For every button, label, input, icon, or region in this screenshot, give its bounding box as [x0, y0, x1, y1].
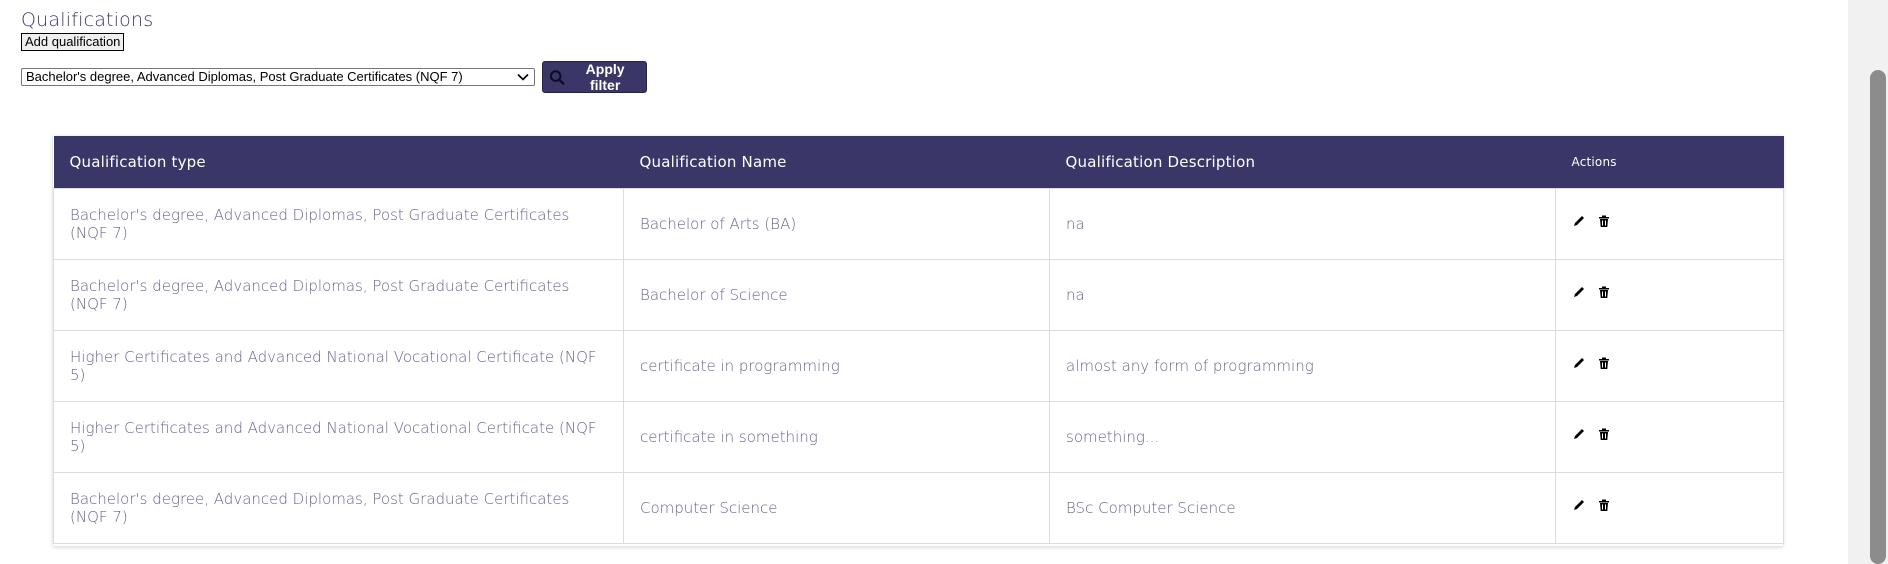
cell-actions [1555, 471, 1784, 544]
table-row: Higher Certificates and Advanced Nationa… [53, 329, 1784, 402]
column-header-description: Qualification Description [1049, 136, 1556, 188]
table-row: Bachelor's degree, Advanced Diplomas, Po… [53, 471, 1784, 544]
cell-type: Bachelor's degree, Advanced Diplomas, Po… [53, 187, 624, 260]
page-title: Qualifications [21, 9, 154, 31]
cell-type: Higher Certificates and Advanced Nationa… [53, 400, 624, 473]
cell-description: na [1049, 187, 1556, 260]
pencil-icon[interactable] [1572, 285, 1586, 299]
apply-filter-button[interactable]: Apply filter [542, 61, 647, 93]
trash-icon[interactable] [1597, 285, 1611, 299]
pencil-icon[interactable] [1572, 498, 1586, 512]
table-row: Higher Certificates and Advanced Nationa… [53, 400, 1784, 473]
pencil-icon[interactable] [1572, 427, 1586, 441]
pencil-icon[interactable] [1572, 356, 1586, 370]
cell-actions [1555, 400, 1784, 473]
qualifications-table: Qualification type Qualification Name Qu… [53, 136, 1784, 544]
trash-icon[interactable] [1597, 356, 1611, 370]
qualification-type-select[interactable]: Bachelor's degree, Advanced Diplomas, Po… [21, 68, 535, 86]
cell-name: Bachelor of Science [623, 258, 1050, 331]
table-row: Bachelor's degree, Advanced Diplomas, Po… [53, 258, 1784, 331]
trash-icon[interactable] [1597, 214, 1611, 228]
cell-name: certificate in programming [623, 329, 1050, 402]
add-qualification-button[interactable]: Add qualification [21, 33, 125, 51]
cell-actions [1555, 187, 1784, 260]
cell-name: Computer Science [623, 471, 1050, 544]
search-icon [549, 69, 565, 85]
cell-name: certificate in something [623, 400, 1050, 473]
cell-type: Bachelor's degree, Advanced Diplomas, Po… [53, 471, 624, 544]
cell-type: Higher Certificates and Advanced Nationa… [53, 329, 624, 402]
page: Qualifications Add qualification Bachelo… [0, 0, 1848, 564]
cell-actions [1555, 258, 1784, 331]
trash-icon[interactable] [1597, 427, 1611, 441]
table-row: Bachelor's degree, Advanced Diplomas, Po… [53, 187, 1784, 260]
cell-description: something... [1049, 400, 1556, 473]
column-header-actions: Actions [1555, 136, 1784, 188]
apply-filter-label: Apply filter [585, 61, 625, 93]
qualifications-table-container: Qualification type Qualification Name Qu… [53, 136, 1784, 546]
select-value: Bachelor's degree, Advanced Diplomas, Po… [26, 69, 463, 84]
trash-icon[interactable] [1597, 498, 1611, 512]
cell-actions [1555, 329, 1784, 402]
cell-description: BSc Computer Science [1049, 471, 1556, 544]
cell-name: Bachelor of Arts (BA) [623, 187, 1050, 260]
column-header-type: Qualification type [53, 136, 624, 188]
chevron-down-icon [517, 73, 529, 81]
cell-type: Bachelor's degree, Advanced Diplomas, Po… [53, 258, 624, 331]
vertical-scrollbar-thumb[interactable] [1870, 70, 1886, 564]
cell-description: almost any form of programming [1049, 329, 1556, 402]
pencil-icon[interactable] [1572, 214, 1586, 228]
table-header-row: Qualification type Qualification Name Qu… [53, 136, 1784, 188]
column-header-name: Qualification Name [623, 136, 1050, 188]
cell-description: na [1049, 258, 1556, 331]
